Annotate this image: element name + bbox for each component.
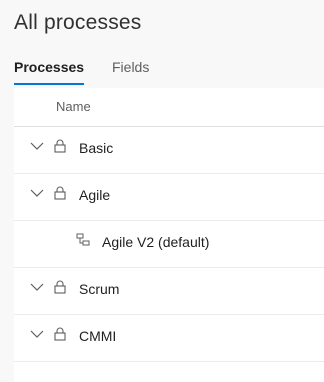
process-name[interactable]: Basic xyxy=(79,140,113,156)
page-title: All processes xyxy=(14,11,142,34)
process-row-scrum[interactable]: Scrum xyxy=(14,268,324,315)
process-row-cmmi[interactable]: CMMI xyxy=(14,315,324,362)
process-name[interactable]: CMMI xyxy=(79,328,116,344)
lock-icon xyxy=(54,186,66,200)
tab-fields-label: Fields xyxy=(112,59,150,75)
process-settings-page: All processes Processes Fields Name Basi… xyxy=(0,0,324,382)
process-list: Name Basic Agile Agile V2 (default) Scru… xyxy=(14,88,324,382)
chevron-down-icon[interactable] xyxy=(30,282,44,292)
tab-bar: Processes Fields xyxy=(14,56,324,86)
chevron-down-icon[interactable] xyxy=(30,141,44,151)
process-name[interactable]: Agile V2 (default) xyxy=(102,234,209,250)
tab-fields[interactable]: Fields xyxy=(112,56,149,78)
column-header-name[interactable]: Name xyxy=(56,99,91,114)
lock-icon xyxy=(54,327,66,341)
lock-icon xyxy=(54,280,66,294)
lock-icon xyxy=(54,139,66,153)
process-row-agile-v2[interactable]: Agile V2 (default) xyxy=(14,221,324,268)
selected-tab-indicator xyxy=(14,83,85,85)
process-name[interactable]: Scrum xyxy=(79,281,119,297)
process-row-basic[interactable]: Basic xyxy=(14,127,324,174)
tab-processes-label: Processes xyxy=(14,59,85,75)
chevron-down-icon[interactable] xyxy=(30,329,44,339)
inherited-process-icon xyxy=(76,233,90,246)
chevron-down-icon[interactable] xyxy=(30,188,44,198)
table-header: Name xyxy=(14,88,324,127)
process-name[interactable]: Agile xyxy=(79,187,110,203)
tab-processes[interactable]: Processes xyxy=(14,56,85,85)
process-row-agile[interactable]: Agile xyxy=(14,174,324,221)
